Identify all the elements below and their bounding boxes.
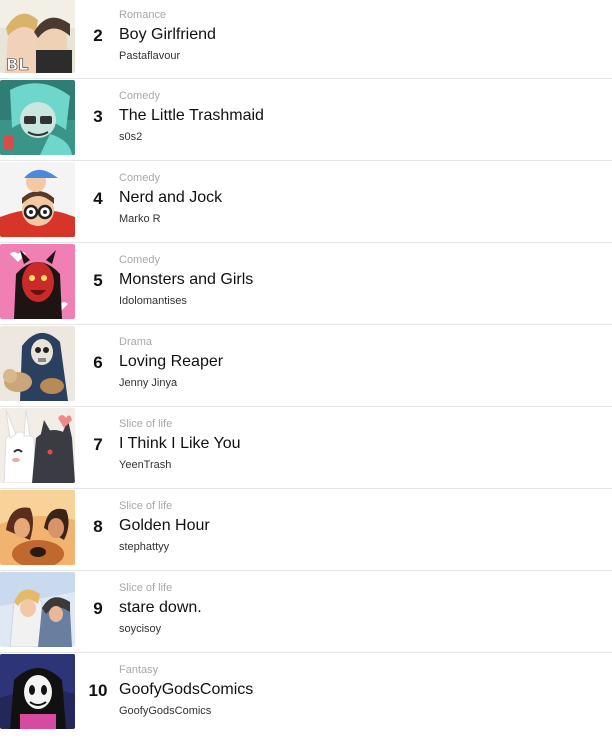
comic-title[interactable]: I Think I Like You [119,435,241,453]
author-name: GoofyGodsComics [119,705,212,717]
genre-label: Comedy [119,254,160,266]
genre-label: Fantasy [119,664,159,676]
comic-thumbnail[interactable]: BL [0,0,75,73]
ranking-item[interactable]: 3 Comedy The Little Trashmaid s0s2 [0,79,612,161]
genre-label: Slice of life [119,582,173,594]
comic-thumbnail[interactable] [0,244,75,319]
comic-title[interactable]: Boy Girlfriend [119,26,216,44]
comic-title[interactable]: The Little Trashmaid [119,107,264,125]
bl-badge: BL [6,55,28,73]
comic-thumbnail[interactable] [0,490,75,565]
comic-title[interactable]: Monsters and Girls [119,271,253,289]
comic-title[interactable]: Golden Hour [119,517,210,535]
genre-label: Comedy [119,90,160,102]
genre-label: Comedy [119,172,160,184]
rank-number: 8 [93,517,103,536]
genre-label: Slice of life [119,418,173,430]
rank-number: 2 [93,26,103,45]
comic-thumbnail[interactable] [0,572,75,647]
genre-label: Slice of life [119,500,173,512]
rank-number: 6 [93,353,103,372]
author-name: stephattyy [119,541,170,553]
author-name: soycisoy [119,623,162,635]
ranking-item[interactable]: 8 Slice of life Golden Hour stephattyy [0,489,612,571]
rank-number: 10 [88,681,108,700]
author-name: Pastaflavour [119,50,181,62]
comic-thumbnail[interactable] [0,80,75,155]
comic-title[interactable]: stare down. [119,599,202,617]
comic-thumbnail[interactable] [0,408,75,483]
author-name: s0s2 [119,131,143,143]
comic-title[interactable]: Loving Reaper [119,353,223,371]
author-name: Marko R [119,213,161,225]
ranking-list: BL 2 Romance Boy Girlfriend Pastaflavour… [0,0,612,735]
comic-thumbnail[interactable] [0,654,75,729]
comic-thumbnail[interactable] [0,162,75,237]
comic-title[interactable]: Nerd and Jock [119,189,222,207]
rank-number: 3 [93,107,103,126]
ranking-item[interactable]: 9 Slice of life stare down. soycisoy [0,571,612,653]
genre-label: Drama [119,336,153,348]
rank-number: 7 [93,435,103,454]
ranking-item[interactable]: 7 Slice of life I Think I Like You YeenT… [0,407,612,489]
ranking-item[interactable]: 10 Fantasy GoofyGodsComics GoofyGodsComi… [0,653,612,735]
ranking-item[interactable]: BL 2 Romance Boy Girlfriend Pastaflavour [0,0,612,79]
ranking-item[interactable]: 5 Comedy Monsters and Girls Idolomantise… [0,243,612,325]
comic-thumbnail[interactable] [0,326,75,401]
ranking-item[interactable]: 6 Drama Loving Reaper Jenny Jinya [0,325,612,407]
genre-label: Romance [119,9,167,21]
comic-title[interactable]: GoofyGodsComics [119,681,253,699]
rank-number: 5 [93,271,103,290]
author-name: Jenny Jinya [119,377,178,389]
ranking-item[interactable]: 4 Comedy Nerd and Jock Marko R [0,161,612,243]
rank-number: 4 [93,189,103,208]
rank-number: 9 [93,599,103,618]
author-name: Idolomantises [119,295,187,307]
author-name: YeenTrash [119,459,172,471]
